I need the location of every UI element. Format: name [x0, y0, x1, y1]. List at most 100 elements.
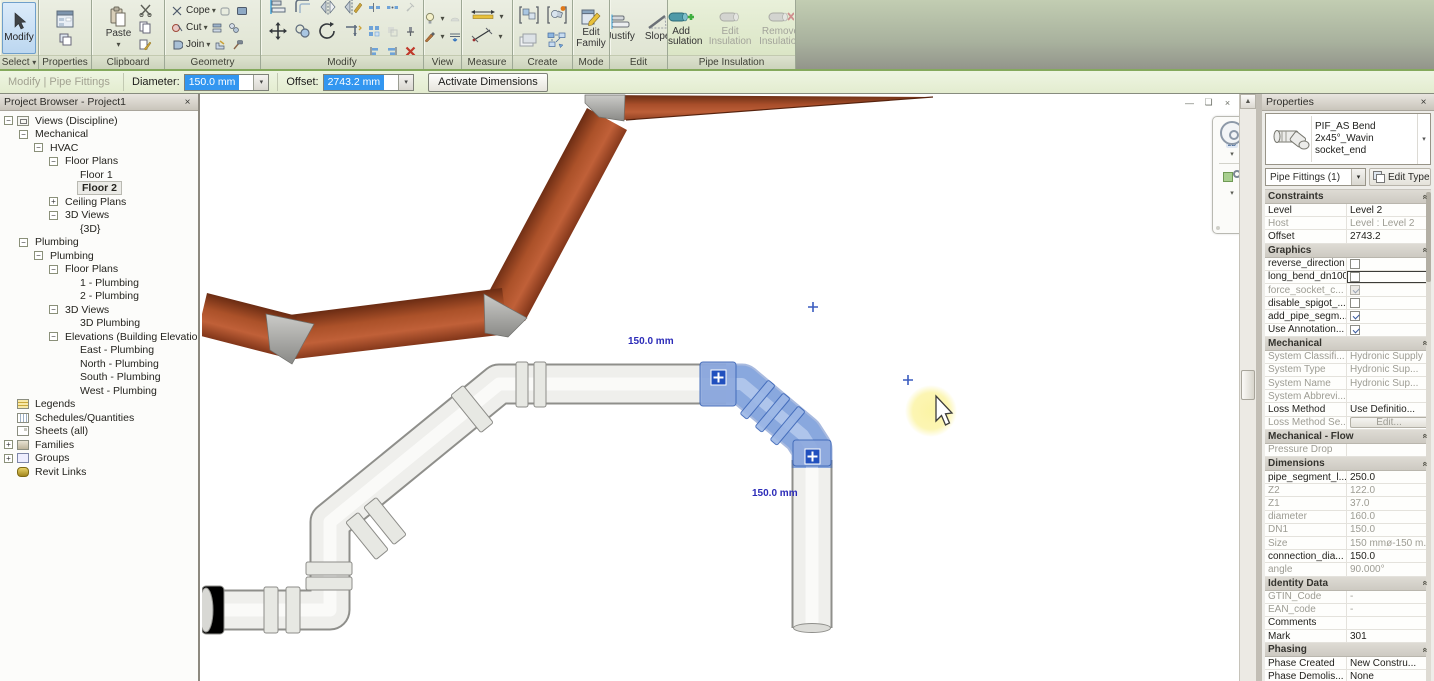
collapse-icon[interactable]: −	[4, 116, 13, 125]
property-row-system-type[interactable]: System TypeHydronic Sup...	[1265, 364, 1431, 377]
property-value[interactable]: 150.0	[1347, 550, 1431, 562]
close-icon[interactable]: ×	[181, 97, 194, 108]
property-row-z1[interactable]: Z137.0	[1265, 497, 1431, 510]
tree-item-sheets-all[interactable]: Sheets (all)	[0, 425, 198, 439]
minimize-icon[interactable]: —	[1183, 97, 1196, 108]
property-row-force-socket-c[interactable]: force_socket_c...	[1265, 284, 1431, 297]
property-row-comments[interactable]: Comments	[1265, 617, 1431, 630]
property-row-mark[interactable]: Mark301	[1265, 630, 1431, 643]
slope-button[interactable]: Slope	[642, 11, 667, 44]
type-properties-button[interactable]	[58, 32, 73, 47]
property-row-add-pipe-segm[interactable]: add_pipe_segm...	[1265, 310, 1431, 323]
unjoin-hammer-icon[interactable]	[229, 37, 244, 52]
tree-item-2-plumbing[interactable]: 2 - Plumbing	[0, 290, 198, 304]
modify-tool-button[interactable]: Modify	[2, 2, 36, 54]
cope-button[interactable]: Cope▾	[169, 2, 250, 19]
checkbox-unchecked[interactable]	[1350, 298, 1360, 308]
section-header-graphics[interactable]: Graphics«	[1265, 244, 1431, 258]
expand-icon[interactable]: +	[49, 197, 58, 206]
property-value[interactable]: Level 2	[1347, 204, 1431, 216]
checkbox-checked[interactable]	[1350, 311, 1360, 321]
align-center-button[interactable]	[385, 44, 400, 55]
collapse-icon[interactable]: −	[19, 130, 28, 139]
property-value[interactable]	[1347, 297, 1431, 309]
property-value[interactable]: New Constru...	[1347, 657, 1431, 669]
dimension-label-bottom[interactable]: 150.0 mm	[752, 488, 798, 499]
property-row-system-name[interactable]: System NameHydronic Sup...	[1265, 377, 1431, 390]
property-row-loss-method[interactable]: Loss MethodUse Definitio...	[1265, 403, 1431, 416]
justify-button[interactable]: Justify	[610, 11, 638, 44]
property-row-use-annotation[interactable]: Use Annotation...	[1265, 324, 1431, 337]
mirror-draw-axis-button[interactable]	[342, 0, 364, 18]
property-value[interactable]: 250.0	[1347, 471, 1431, 483]
tree-item-east-plumbing[interactable]: East - Plumbing	[0, 344, 198, 358]
collapse-section-icon[interactable]: «	[1420, 194, 1430, 199]
collapse-icon[interactable]: −	[19, 238, 28, 247]
align-button[interactable]	[267, 0, 289, 18]
activate-dimensions-button[interactable]: Activate Dimensions	[428, 73, 548, 92]
tree-item-floor-plans[interactable]: −Floor Plans	[0, 263, 198, 277]
property-value[interactable]: Use Definitio...	[1347, 403, 1431, 415]
tree-item-south-plumbing[interactable]: South - Plumbing	[0, 371, 198, 385]
paint-icon[interactable]	[227, 20, 242, 35]
collapse-icon[interactable]: −	[34, 143, 43, 152]
property-row-phase-demolis[interactable]: Phase Demolis...None	[1265, 670, 1431, 681]
tree-item-views-discipline[interactable]: −Views (Discipline)	[0, 114, 198, 128]
pin-button[interactable]	[403, 24, 418, 39]
project-browser-titlebar[interactable]: Project Browser - Project1 ×	[0, 94, 198, 111]
orange-pipe[interactable]	[202, 95, 933, 364]
collapse-icon[interactable]: −	[34, 251, 43, 260]
checkbox-unchecked[interactable]	[1350, 272, 1360, 282]
linework-brush-button[interactable]	[424, 29, 438, 44]
tree-item-floor-1[interactable]: Floor 1	[0, 168, 198, 182]
property-value[interactable]: 301	[1347, 630, 1431, 642]
chevron-down-icon[interactable]: ▾	[1230, 189, 1234, 197]
trim-extend-button[interactable]	[342, 20, 364, 42]
measure-along-element-button[interactable]	[471, 27, 495, 46]
property-row-dn1[interactable]: DN1150.0	[1265, 524, 1431, 537]
chevron-down-icon[interactable]: ▾	[398, 75, 413, 90]
tree-item-mechanical[interactable]: −Mechanical	[0, 128, 198, 142]
diameter-value[interactable]: 150.0 mm	[185, 75, 240, 90]
property-value[interactable]	[1347, 310, 1431, 322]
property-value[interactable]: -	[1347, 604, 1431, 616]
move-button[interactable]	[267, 20, 289, 42]
align-left-button[interactable]	[367, 44, 382, 55]
cut-button[interactable]: Cut▾	[169, 19, 242, 36]
tree-item-3d-plumbing[interactable]: 3D Plumbing	[0, 317, 198, 331]
tree-item-north-plumbing[interactable]: North - Plumbing	[0, 357, 198, 371]
restore-icon[interactable]: ❏	[1202, 97, 1215, 108]
split-with-gap-button[interactable]	[385, 0, 400, 15]
property-value[interactable]: 160.0	[1347, 511, 1431, 523]
property-value[interactable]: 2743.2	[1347, 230, 1431, 242]
array-button[interactable]	[367, 24, 382, 39]
connector-handle-icon[interactable]	[805, 449, 820, 464]
copy-to-clipboard-button[interactable]	[138, 20, 153, 35]
property-row-offset[interactable]: Offset2743.2	[1265, 230, 1431, 243]
tree-item-families[interactable]: +Families	[0, 438, 198, 452]
property-value[interactable]	[1347, 390, 1431, 402]
beam-join-icon[interactable]	[212, 37, 227, 52]
property-row-pipe-segment-l[interactable]: pipe_segment_l...250.0	[1265, 471, 1431, 484]
tree-item-hvac[interactable]: −HVAC	[0, 141, 198, 155]
override-graphics-button[interactable]	[448, 29, 461, 44]
property-value[interactable]	[1347, 444, 1431, 456]
property-value[interactable]: 150.0	[1347, 524, 1431, 536]
offset-value[interactable]: 2743.2 mm	[324, 75, 385, 90]
property-value[interactable]: Edit...	[1347, 417, 1431, 429]
collapse-section-icon[interactable]: «	[1420, 647, 1430, 652]
edit-family-button[interactable]: Edit Family	[574, 5, 608, 51]
properties-titlebar[interactable]: Properties ×	[1262, 94, 1434, 111]
selected-bend-fitting[interactable]	[700, 362, 831, 468]
collapse-section-icon[interactable]: «	[1420, 341, 1430, 346]
offset-combo[interactable]: 2743.2 mm ▾	[323, 74, 415, 91]
property-value[interactable]: Hydronic Sup...	[1347, 377, 1431, 389]
expand-icon[interactable]: +	[4, 440, 13, 449]
tree-item-floor-2[interactable]: Floor 2	[0, 182, 198, 196]
tree-item-elevations-building-elevation[interactable]: −Elevations (Building Elevation)	[0, 330, 198, 344]
edit-insulation-button[interactable]: Edit Insulation	[707, 7, 753, 49]
section-header-mechanical-flow[interactable]: Mechanical - Flow«	[1265, 430, 1431, 444]
demolish-icon[interactable]	[235, 3, 250, 18]
property-row-disable-spigot[interactable]: disable_spigot_...	[1265, 297, 1431, 310]
properties-palette-button[interactable]	[54, 8, 76, 30]
